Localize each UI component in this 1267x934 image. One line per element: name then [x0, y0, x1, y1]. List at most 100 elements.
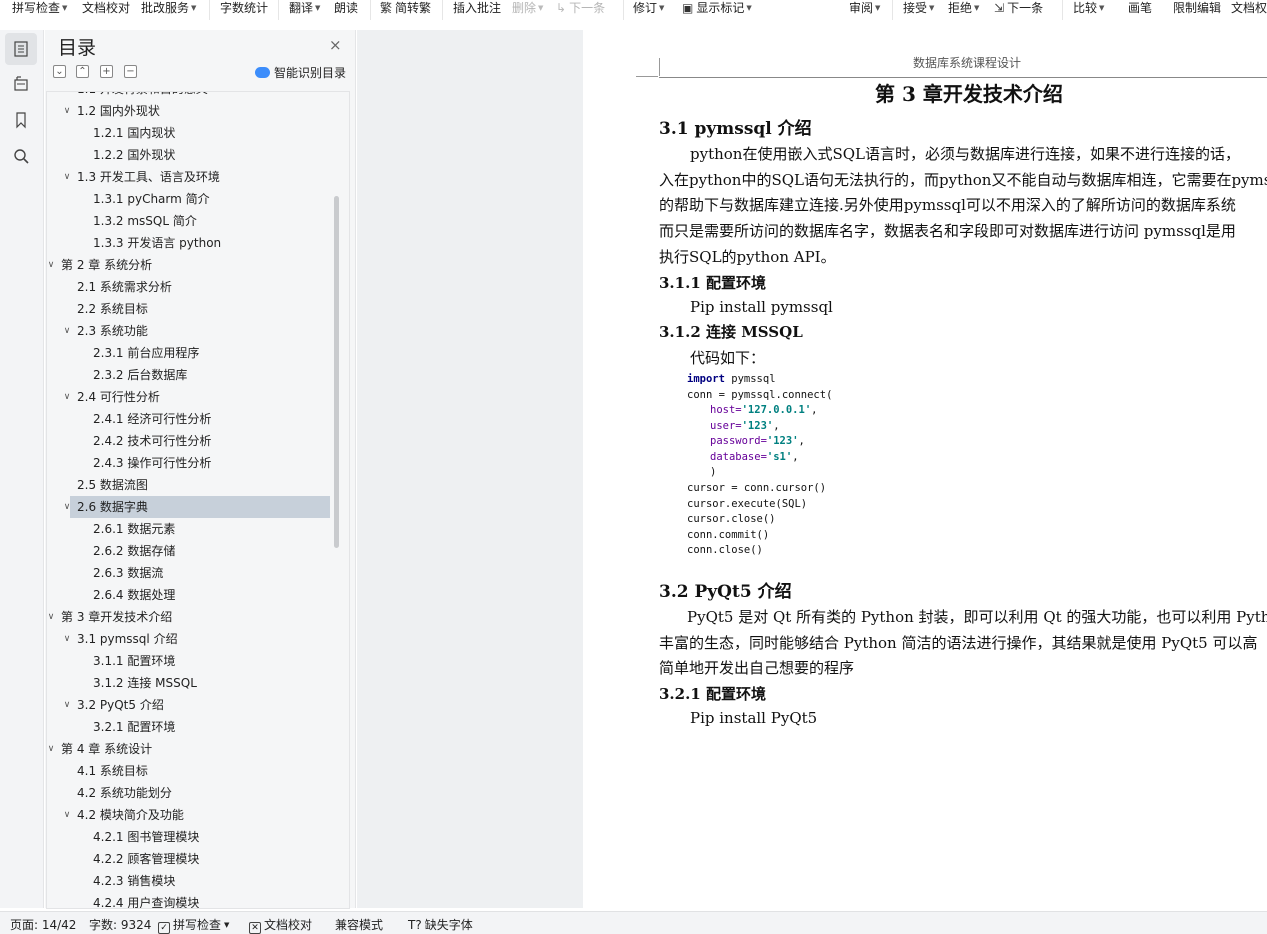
toc-item[interactable]: 2.1 系统需求分析: [47, 276, 331, 298]
chevron-down-icon[interactable]: ∨: [61, 100, 73, 122]
toc-item[interactable]: 2.3.1 前台应用程序: [47, 342, 331, 364]
chevron-down-icon[interactable]: ∨: [61, 166, 73, 188]
expand-all-icon[interactable]: ⌃: [76, 65, 89, 78]
toolbar-separator: [892, 0, 893, 20]
chevron-down-icon[interactable]: ∨: [61, 386, 73, 408]
toc-item[interactable]: 4.1 系统目标: [47, 760, 331, 782]
proofread-status[interactable]: ✕ 文档校对: [249, 916, 312, 934]
toc-item[interactable]: ∨ 2.4 可行性分析: [47, 386, 331, 408]
spell-check-status[interactable]: ✓ 拼写检查 ▼: [158, 916, 229, 934]
paragraph-line: 代码如下：: [690, 349, 766, 367]
toc-item[interactable]: 4.2.1 图书管理模块: [47, 826, 331, 848]
toc-item[interactable]: 1.2.1 国内现状: [47, 122, 331, 144]
add-heading-icon[interactable]: +: [100, 65, 113, 78]
proofread-button[interactable]: 文档校对: [82, 0, 130, 16]
toc-item[interactable]: ∨ 2.6 数据字典: [64, 496, 330, 518]
toc-item-label: 1.3 开发工具、语言及环境: [77, 170, 220, 184]
correction-service-button[interactable]: 批改服务 ▼: [141, 0, 196, 16]
word-count-button[interactable]: 字数统计: [220, 0, 268, 16]
toc-item-label: 4.2.2 顾客管理模块: [93, 852, 200, 866]
document-page[interactable]: 数据库系统课程设计 第 3 章开发技术介绍 3.1 pymssql 介绍 pyt…: [583, 30, 1267, 908]
compat-mode[interactable]: 兼容模式: [335, 916, 383, 933]
toc-item[interactable]: ∨ 1.3 开发工具、语言及环境: [47, 166, 331, 188]
insert-comment-button[interactable]: 插入批注: [453, 0, 501, 16]
toc-item[interactable]: 1.3.3 开发语言 python: [47, 232, 331, 254]
read-aloud-button[interactable]: 朗读: [334, 0, 358, 16]
translate-button[interactable]: 翻译 ▼: [289, 0, 320, 16]
toc-item[interactable]: ∨ 3.2 PyQt5 介绍: [47, 694, 331, 716]
restrict-editing-button[interactable]: 限制编辑: [1173, 0, 1221, 16]
toc-item[interactable]: 1.2.2 国外现状: [47, 144, 331, 166]
toc-item[interactable]: 3.2.1 配置环境: [47, 716, 331, 738]
remove-heading-icon[interactable]: −: [124, 65, 137, 78]
track-changes-button[interactable]: 修订 ▼: [633, 0, 664, 16]
toc-item[interactable]: 3.1.1 配置环境: [47, 650, 331, 672]
toc-item[interactable]: 4.2.4 用户查询模块: [47, 892, 331, 908]
toc-item[interactable]: 3.1.2 连接 MSSQL: [47, 672, 331, 694]
next-arrow-icon: ↳: [556, 1, 567, 15]
toc-item-label: 2.4 可行性分析: [77, 390, 160, 404]
toc-item[interactable]: 2.5 数据流图: [47, 474, 331, 496]
toc-scrollbar[interactable]: [334, 196, 339, 548]
code-line: ): [710, 466, 717, 478]
next-change-button[interactable]: ⇲ 下一条: [994, 0, 1043, 16]
close-icon[interactable]: ×: [329, 36, 342, 54]
toc-item[interactable]: 2.4.3 操作可行性分析: [47, 452, 331, 474]
toc-panel-button[interactable]: [5, 33, 37, 65]
delete-comment-button[interactable]: 删除 ▼: [512, 0, 543, 16]
toc-item[interactable]: 1.3.1 pyCharm 简介: [47, 188, 331, 210]
toc-item[interactable]: 4.2.2 顾客管理模块: [47, 848, 331, 870]
accept-button[interactable]: 接受 ▼: [903, 0, 934, 16]
toc-item[interactable]: ∨ 2.3 系统功能: [47, 320, 331, 342]
chevron-down-icon[interactable]: ∨: [47, 254, 57, 276]
toc-item[interactable]: 4.2 系统功能划分: [47, 782, 331, 804]
chapter-nav-button[interactable]: [5, 68, 37, 100]
toc-panel: 目录 × ⌄ ⌃ + − 智能识别目录 1.1 开发背景和目的意义 ∨ 1.2 国内…: [45, 30, 356, 909]
toc-item-label: 2.1 系统需求分析: [77, 280, 172, 294]
show-markup-button[interactable]: ▣ 显示标记 ▼: [682, 0, 752, 16]
toc-item[interactable]: 1.3.2 msSQL 简介: [47, 210, 331, 232]
bookmark-button[interactable]: [5, 104, 37, 136]
toc-item[interactable]: 1.1 开发背景和目的意义: [47, 92, 331, 100]
chevron-down-icon[interactable]: ∨: [61, 694, 73, 716]
toc-item[interactable]: 2.2 系统目标: [47, 298, 331, 320]
toc-item[interactable]: 4.2.3 销售模块: [47, 870, 331, 892]
word-count[interactable]: 字数: 9324: [89, 916, 151, 933]
spell-check-button[interactable]: 拼写检查 ▼: [12, 0, 67, 16]
simplified-to-traditional-button[interactable]: 繁简转繁: [380, 0, 431, 16]
toc-item[interactable]: 2.3.2 后台数据库: [47, 364, 331, 386]
toc-item[interactable]: ∨ 1.2 国内外现状: [47, 100, 331, 122]
chevron-down-icon[interactable]: ∨: [61, 804, 73, 826]
review-button[interactable]: 审阅 ▼: [849, 0, 880, 16]
chevron-down-icon[interactable]: ∨: [61, 628, 73, 650]
collapse-all-icon[interactable]: ⌄: [53, 65, 66, 78]
reject-button[interactable]: 拒绝 ▼: [948, 0, 979, 16]
toc-item[interactable]: 2.6.2 数据存储: [47, 540, 331, 562]
toc-item[interactable]: 2.6.3 数据流: [47, 562, 331, 584]
missing-font-status[interactable]: T? 缺失字体: [408, 916, 473, 933]
chevron-down-icon[interactable]: ∨: [61, 320, 73, 342]
next-comment-button[interactable]: ↳ 下一条: [556, 0, 605, 16]
toc-item-label: 第 4 章 系统设计: [61, 742, 153, 756]
compare-button[interactable]: 比较 ▼: [1073, 0, 1104, 16]
toc-item[interactable]: 2.6.4 数据处理: [47, 584, 331, 606]
toc-item-label: 2.5 数据流图: [77, 478, 148, 492]
toc-item[interactable]: ∨ 第 4 章 系统设计: [47, 738, 331, 760]
toc-item[interactable]: 2.4.2 技术可行性分析: [47, 430, 331, 452]
toc-item[interactable]: 2.4.1 经济可行性分析: [47, 408, 331, 430]
paragraph-line: python在使用嵌入式SQL语言时，必须与数据库进行连接，如果不进行连接的话，: [690, 145, 1240, 163]
toc-item[interactable]: ∨ 第 3 章开发技术介绍: [47, 606, 331, 628]
toc-item[interactable]: 2.6.1 数据元素: [47, 518, 331, 540]
page-indicator[interactable]: 页面: 14/42: [10, 916, 76, 933]
chevron-down-icon[interactable]: ∨: [47, 606, 57, 628]
chevron-down-icon[interactable]: ∨: [61, 496, 73, 518]
toc-item[interactable]: ∨ 第 2 章 系统分析: [47, 254, 331, 276]
document-permission-button[interactable]: 文档权: [1231, 0, 1267, 16]
chevron-down-icon[interactable]: ∨: [47, 738, 57, 760]
toc-item[interactable]: ∨ 3.1 pymssql 介绍: [47, 628, 331, 650]
smart-toc-button[interactable]: 智能识别目录: [255, 64, 346, 81]
toolbar-separator: [442, 0, 443, 20]
pen-button[interactable]: 画笔: [1128, 0, 1152, 16]
toc-item[interactable]: ∨ 4.2 模块简介及功能: [47, 804, 331, 826]
find-button[interactable]: [5, 140, 37, 172]
